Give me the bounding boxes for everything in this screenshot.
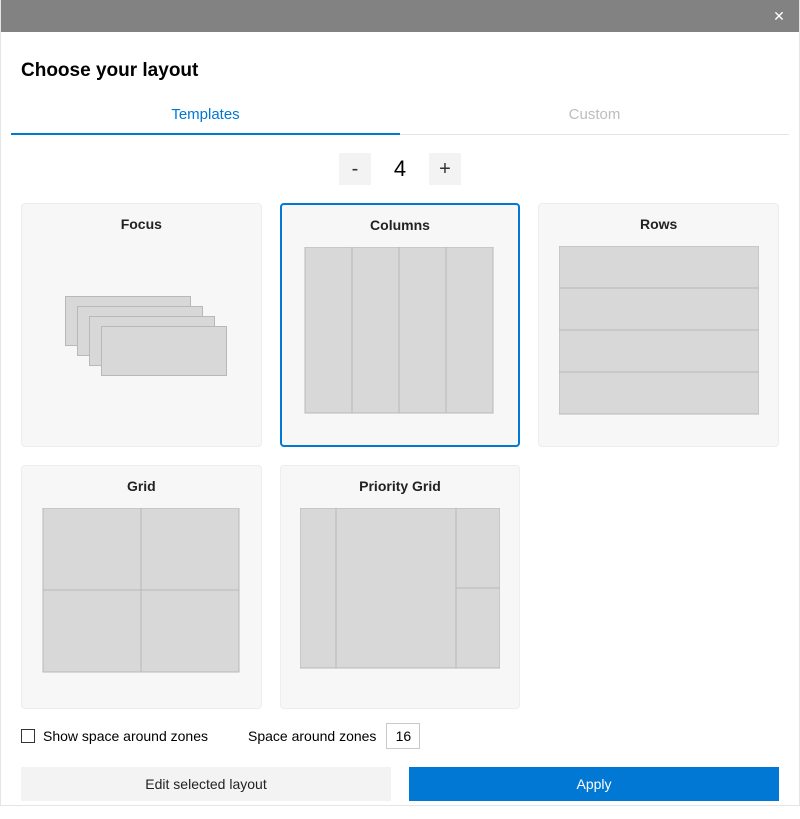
action-row: Edit selected layout Apply — [21, 767, 779, 801]
options-row: Show space around zones Space around zon… — [21, 723, 779, 749]
space-around-value[interactable]: 16 — [386, 723, 420, 749]
template-title-rows: Rows — [640, 204, 677, 246]
template-card-focus[interactable]: Focus — [21, 203, 262, 447]
stepper-value: 4 — [383, 156, 417, 182]
template-title-columns: Columns — [370, 205, 430, 247]
preview-priority-grid — [300, 508, 500, 678]
close-icon: ✕ — [773, 8, 785, 25]
show-space-label: Show space around zones — [43, 728, 208, 744]
tabs: Templates Custom — [11, 100, 789, 135]
template-title-priority-grid: Priority Grid — [359, 466, 441, 508]
template-card-rows[interactable]: Rows — [538, 203, 779, 447]
preview-grid — [41, 508, 241, 678]
template-card-priority-grid[interactable]: Priority Grid — [280, 465, 521, 709]
preview-focus — [41, 246, 241, 416]
preview-columns — [300, 247, 500, 417]
close-button[interactable]: ✕ — [765, 2, 793, 30]
titlebar: ✕ — [1, 0, 799, 32]
stepper-increment-button[interactable]: + — [429, 153, 461, 185]
template-title-grid: Grid — [127, 466, 156, 508]
templates-grid: Focus Columns — [21, 203, 779, 709]
tab-custom-label: Custom — [569, 106, 621, 123]
template-card-columns[interactable]: Columns — [280, 203, 521, 447]
dialog-content: Choose your layout Templates Custom - 4 … — [1, 32, 799, 806]
bottom-panel: Show space around zones Space around zon… — [21, 709, 779, 819]
stepper-decrement-button[interactable]: - — [339, 153, 371, 185]
preview-rows — [559, 246, 759, 416]
edit-layout-button[interactable]: Edit selected layout — [21, 767, 391, 801]
tab-templates[interactable]: Templates — [11, 100, 400, 135]
apply-label: Apply — [576, 776, 611, 792]
space-around-label: Space around zones — [248, 728, 376, 744]
show-space-checkbox[interactable] — [21, 729, 35, 743]
edit-layout-label: Edit selected layout — [145, 776, 266, 792]
apply-button[interactable]: Apply — [409, 767, 779, 801]
tab-templates-label: Templates — [171, 106, 239, 123]
tab-custom[interactable]: Custom — [400, 100, 789, 134]
zone-count-stepper: - 4 + — [21, 153, 779, 185]
template-title-focus: Focus — [121, 204, 162, 246]
dialog-title: Choose your layout — [21, 60, 779, 82]
template-card-grid[interactable]: Grid — [21, 465, 262, 709]
